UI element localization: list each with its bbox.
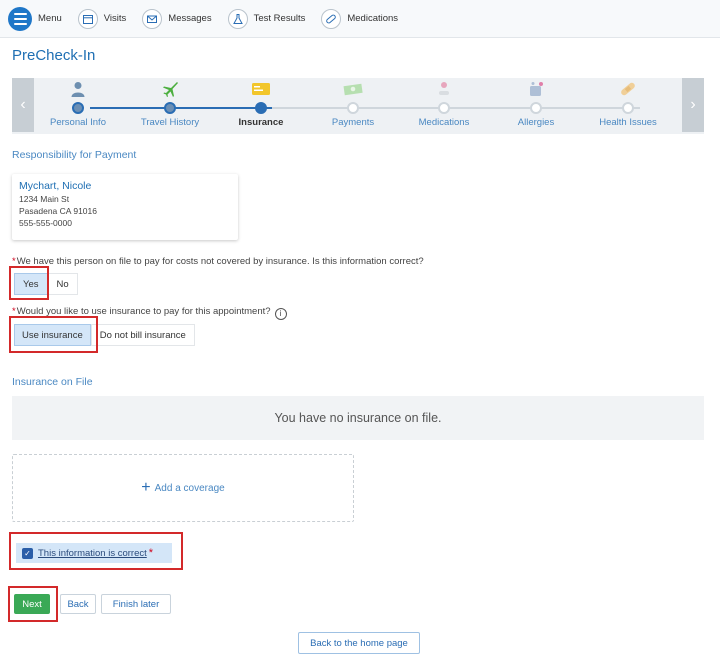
finish-later-button[interactable]: Finish later [101,594,171,614]
step-medications[interactable]: Medications [398,78,490,134]
step-dot [530,102,542,114]
guarantor-phone: 555-555-0000 [19,218,72,228]
required-marker: * [148,547,154,559]
step-insurance[interactable]: Insurance [215,78,307,134]
info-icon[interactable]: i [274,308,287,320]
add-coverage-button[interactable]: + Add a coverage [12,454,354,522]
person-icon [68,80,88,98]
guarantor-card: Mychart, Nicole 1234 Main St Pasadena CA… [12,174,238,240]
calendar-icon [77,8,98,29]
step-dot [164,102,176,114]
next-button[interactable]: Next [14,594,50,614]
stepper-prev-button[interactable]: ‹ [12,78,34,132]
confirm-checkbox-row[interactable]: ✓ This information is correct * [16,543,172,563]
step-personal-info[interactable]: Personal Info [32,78,124,134]
airplane-icon [160,80,180,98]
flask-icon [227,8,248,29]
menu-label: Menu [38,13,62,24]
required-marker: * [12,306,16,317]
insurance-card-icon [251,80,271,98]
q1-no-button[interactable]: No [47,273,78,295]
use-insurance-button[interactable]: Use insurance [14,324,91,346]
nav-test-results[interactable]: Test Results [220,0,314,38]
q1-text: We have this person on file to pay for c… [16,256,424,267]
step-dot [255,102,267,114]
do-not-bill-insurance-button[interactable]: Do not bill insurance [90,324,195,346]
step-label: Personal Info [50,117,106,128]
progress-stepper: ‹ › Personal Info Travel History Insuran… [12,78,704,134]
guarantor-name: Mychart, Nicole [19,180,92,192]
step-label: Allergies [517,117,555,128]
q2-options: Use insurance Do not bill insurance [14,324,195,346]
nav-messages[interactable]: Messages [134,0,219,38]
step-label: Insurance [238,117,284,128]
q2-text: Would you like to use insurance to pay f… [16,306,271,317]
bandage-icon [618,80,638,98]
nav-visits-label: Visits [103,13,127,24]
step-payments[interactable]: Payments [307,78,399,134]
nav-medications-label: Medications [347,13,399,24]
step-dot [347,102,359,114]
q1-options: Yes No [14,273,78,295]
step-label: Medications [418,117,470,128]
step-allergies[interactable]: Allergies [490,78,582,134]
money-icon [343,80,363,98]
q2-prompt: *Would you like to use insurance to pay … [12,306,287,320]
back-button[interactable]: Back [60,594,96,614]
responsibility-title: Responsibility for Payment [12,149,137,161]
allergy-icon [526,80,546,98]
step-health-issues[interactable]: Health Issues [582,78,674,134]
confirm-label: This information is correct [38,547,147,559]
step-travel-history[interactable]: Travel History [124,78,216,134]
insurance-title: Insurance on File [12,376,93,388]
required-marker: * [12,256,16,267]
page-title: PreCheck-In [12,47,96,64]
step-dot [622,102,634,114]
back-to-home-button[interactable]: Back to the home page [298,632,420,654]
plus-icon: + [141,479,151,496]
step-label: Health Issues [599,117,657,128]
nav-medications[interactable]: Medications [313,0,406,38]
medication-icon [434,80,454,98]
step-dot [438,102,450,114]
checkbox-checked-icon[interactable]: ✓ [22,547,33,559]
nav-messages-label: Messages [168,13,212,24]
step-label: Travel History [140,117,200,128]
no-insurance-message: You have no insurance on file. [12,396,704,440]
pill-icon [321,8,342,29]
stepper-next-button[interactable]: › [682,78,704,132]
q1-yes-button[interactable]: Yes [14,273,48,295]
nav-visits[interactable]: Visits [70,0,135,38]
chevron-right-icon: › [690,96,696,113]
nav-test-results-label: Test Results [253,13,306,24]
envelope-icon [142,8,163,29]
step-label: Payments [331,117,375,128]
chevron-left-icon: ‹ [20,96,26,113]
top-nav: Menu Visits Messages Test Results Medica… [0,0,720,38]
guarantor-address-line1: 1234 Main St [19,194,70,204]
step-dot [72,102,84,114]
hamburger-icon [8,6,32,31]
menu-button[interactable]: Menu [0,0,70,38]
guarantor-address-line2: Pasadena CA 91016 [19,206,97,216]
q1-prompt: *We have this person on file to pay for … [12,256,424,267]
add-coverage-label: Add a coverage [154,482,225,494]
